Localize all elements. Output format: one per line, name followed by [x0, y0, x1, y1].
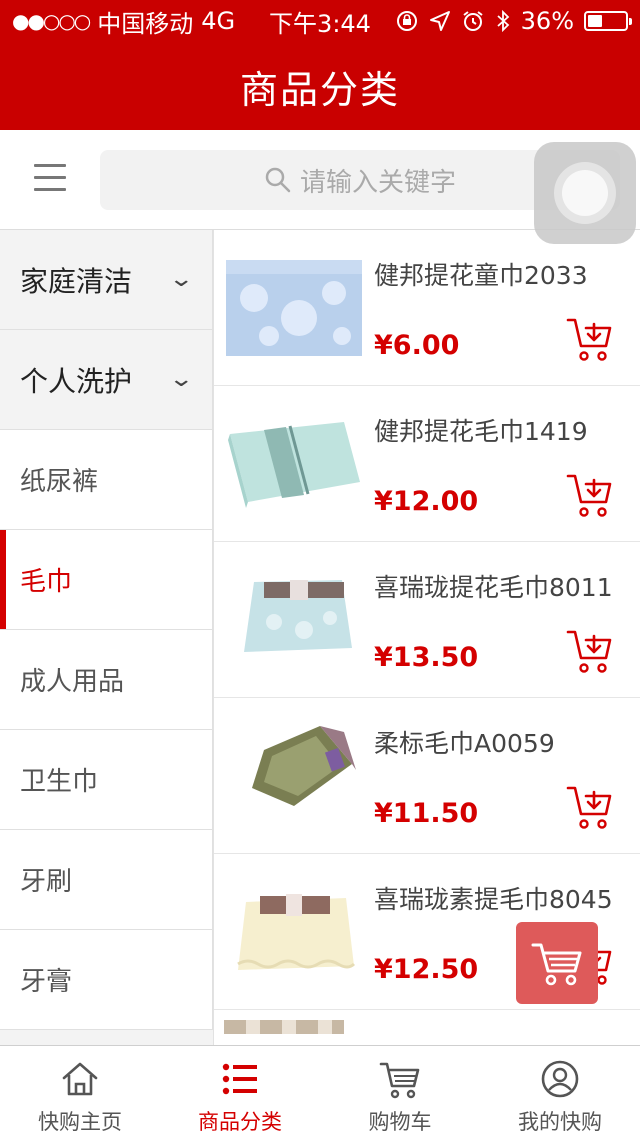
rotation-lock-icon: [396, 11, 417, 31]
product-image: [252, 726, 356, 806]
product-name: 健邦提花毛巾1419: [374, 417, 588, 446]
product-name: 柔标毛巾A0059: [374, 729, 555, 758]
search-placeholder: 请输入关键字: [299, 167, 456, 198]
category-sidebar: 家庭清洁 ⌄ 个人洗护 ⌄ 纸尿裤 毛巾 成人用品 卫生巾 牙刷 牙膏: [0, 230, 214, 1045]
product-item[interactable]: 健邦提花毛巾1419 ¥12.00: [214, 386, 640, 542]
product-price: ¥11.50: [374, 798, 479, 829]
tab-categories[interactable]: 商品分类: [160, 1046, 320, 1140]
category-item-diapers[interactable]: 纸尿裤: [0, 430, 213, 530]
product-image: [244, 580, 352, 652]
category-label: 纸尿裤: [20, 467, 99, 497]
category-item-toothbrush[interactable]: 牙刷: [0, 830, 213, 930]
tab-profile[interactable]: 我的快购: [480, 1046, 640, 1140]
add-to-cart-icon[interactable]: [566, 628, 612, 674]
tab-label: 我的快购: [518, 1110, 602, 1134]
product-item[interactable]: 喜瑞珑提花毛巾8011 ¥13.50: [214, 542, 640, 698]
battery-icon: [584, 11, 632, 31]
add-to-cart-icon[interactable]: [566, 784, 612, 830]
network-label: 4G: [201, 7, 236, 35]
category-group-household-cleaning[interactable]: 家庭清洁 ⌄: [0, 230, 213, 330]
alarm-icon: [463, 11, 483, 31]
category-item-towels[interactable]: 毛巾: [0, 530, 213, 630]
tab-label: 快购主页: [38, 1110, 122, 1134]
add-to-cart-icon[interactable]: [566, 316, 612, 362]
product-price: ¥6.00: [374, 330, 460, 361]
product-image: [224, 1020, 344, 1034]
product-price: ¥12.50: [374, 954, 479, 985]
status-bar: ●●○○○ 中国移动 4G 下午3:44 36%: [0, 0, 640, 42]
chevron-down-icon: ⌄: [167, 367, 194, 392]
carrier-label: 中国移动: [97, 9, 194, 38]
product-image: [226, 260, 362, 356]
category-group-personal-care[interactable]: 个人洗护 ⌄: [0, 330, 213, 430]
category-label: 卫生巾: [20, 767, 99, 797]
chevron-down-icon: ⌄: [167, 267, 194, 292]
product-item[interactable]: 柔标毛巾A0059 ¥11.50: [214, 698, 640, 854]
product-name: 健邦提花童巾2033: [374, 261, 588, 290]
category-label: 牙膏: [20, 967, 73, 997]
add-to-cart-icon[interactable]: [566, 472, 612, 518]
category-label: 成人用品: [20, 667, 125, 697]
user-icon: [541, 1060, 579, 1098]
product-image: [237, 894, 356, 970]
tab-cart[interactable]: 购物车: [320, 1046, 480, 1140]
list-icon: [222, 1063, 257, 1095]
category-item-sanitary-pads[interactable]: 卫生巾: [0, 730, 213, 830]
signal-dots-icon: ●●○○○: [12, 9, 91, 33]
product-name: 喜瑞珑提花毛巾8011: [374, 573, 613, 602]
home-icon: [62, 1062, 98, 1096]
cart-icon: [379, 1062, 420, 1099]
category-item-toothpaste[interactable]: 牙膏: [0, 930, 213, 1030]
tab-label: 购物车: [368, 1110, 432, 1134]
tab-label: 商品分类: [198, 1110, 282, 1134]
product-price: ¥13.50: [374, 642, 479, 673]
product-image: [228, 422, 360, 508]
menu-icon[interactable]: [34, 164, 66, 194]
search-icon: [265, 167, 291, 193]
category-item-adult-products[interactable]: 成人用品: [0, 630, 213, 730]
battery-level: [588, 15, 603, 27]
product-name: 喜瑞珑素提毛巾8045: [374, 885, 613, 914]
location-icon: [429, 11, 450, 31]
cart-icon: [531, 943, 582, 986]
category-label: 个人洗护: [20, 364, 133, 398]
product-item-partial[interactable]: [214, 1010, 640, 1045]
category-label: 毛巾: [20, 567, 73, 597]
category-label: 牙刷: [20, 867, 73, 897]
product-item[interactable]: 健邦提花童巾2033 ¥6.00: [214, 230, 640, 386]
bottom-tab-bar: 快购主页 商品分类 购物车 我的快购: [0, 1045, 640, 1140]
page-title: 商品分类: [0, 42, 640, 130]
assistive-touch-button[interactable]: [534, 142, 636, 244]
battery-percent: 36%: [520, 7, 574, 35]
bluetooth-icon: [497, 9, 509, 33]
category-label: 家庭清洁: [20, 264, 133, 298]
product-price: ¥12.00: [374, 486, 479, 517]
tab-home[interactable]: 快购主页: [0, 1046, 160, 1140]
floating-cart-button[interactable]: [516, 922, 598, 1004]
